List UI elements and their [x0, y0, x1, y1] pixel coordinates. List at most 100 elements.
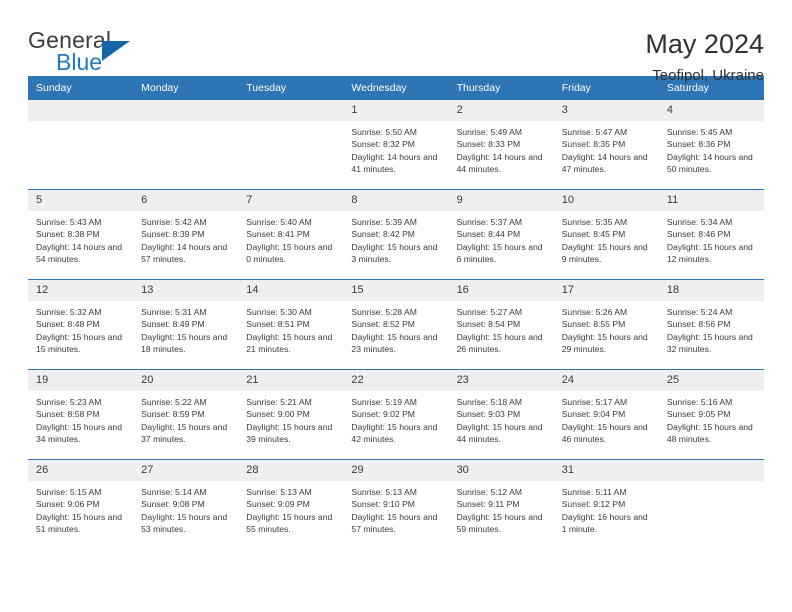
calendar-week-row: 5 Sunrise: 5:43 AM Sunset: 8:38 PM Daylight… [28, 189, 764, 280]
day-details: Sunrise: 5:14 AM Sunset: 9:08 PM Daylight:… [133, 481, 238, 549]
calendar-week-row: 1 Sunrise: 5:50 AM Sunset: 8:32 PM Daylight… [28, 100, 764, 190]
sunset-text: Sunset: 8:45 PM [561, 229, 626, 240]
day-number: 23 [448, 370, 554, 391]
calendar-day-cell[interactable]: 31 Sunrise: 5:11 AM Sunset: 9:12 PM Dayligh… [553, 459, 659, 549]
calendar-week-row: 19 Sunrise: 5:23 AM Sunset: 8:58 PM Dayligh… [28, 369, 764, 460]
sunset-text: Sunset: 9:05 PM [666, 409, 731, 420]
day-details: Sunrise: 5:17 AM Sunset: 9:04 PM Daylight:… [554, 391, 659, 459]
calendar-day-cell[interactable]: 27 Sunrise: 5:14 AM Sunset: 9:08 PM Dayligh… [133, 459, 239, 549]
daylight-text: Daylight: 15 hours and 29 minutes. [561, 331, 648, 355]
sunrise-text: Sunrise: 5:14 AM [141, 487, 207, 497]
day-number: 16 [448, 280, 554, 301]
calendar-day-cell[interactable]: 3 Sunrise: 5:47 AM Sunset: 8:35 PM Daylight… [553, 100, 659, 190]
daylight-text: Daylight: 15 hours and 42 minutes. [351, 421, 438, 445]
day-number [658, 460, 764, 481]
daylight-text: Daylight: 15 hours and 32 minutes. [666, 331, 753, 355]
sunrise-text: Sunrise: 5:13 AM [351, 487, 417, 497]
calendar-day-cell[interactable]: 10 Sunrise: 5:35 AM Sunset: 8:45 PM Dayligh… [553, 189, 659, 280]
sunrise-text: Sunrise: 5:42 AM [141, 217, 207, 227]
daylight-text: Daylight: 15 hours and 34 minutes. [36, 421, 122, 445]
day-number: 15 [343, 280, 449, 301]
calendar-day-cell[interactable]: 28 Sunrise: 5:13 AM Sunset: 9:09 PM Dayligh… [238, 459, 344, 549]
calendar-day-cell-empty [238, 100, 344, 190]
day-number: 14 [238, 280, 344, 301]
calendar-day-cell[interactable]: 19 Sunrise: 5:23 AM Sunset: 8:58 PM Dayligh… [28, 369, 134, 460]
day-number: 28 [238, 460, 344, 481]
daylight-text: Daylight: 16 hours and 1 minute. [561, 511, 648, 535]
calendar-day-cell[interactable]: 15 Sunrise: 5:28 AM Sunset: 8:52 PM Dayligh… [343, 279, 449, 370]
calendar-day-cell[interactable]: 25 Sunrise: 5:16 AM Sunset: 9:05 PM Dayligh… [658, 369, 764, 460]
sunrise-text: Sunrise: 5:47 AM [561, 127, 628, 137]
day-number: 31 [553, 460, 659, 481]
day-details: Sunrise: 5:39 AM Sunset: 8:42 PM Daylight:… [343, 211, 448, 279]
day-details: Sunrise: 5:21 AM Sunset: 9:00 PM Daylight:… [238, 391, 343, 459]
calendar-day-cell[interactable]: 30 Sunrise: 5:12 AM Sunset: 9:11 PM Dayligh… [448, 459, 554, 549]
calendar-day-cell[interactable]: 21 Sunrise: 5:21 AM Sunset: 9:00 PM Dayligh… [238, 369, 344, 460]
calendar-day-cell[interactable]: 4 Sunrise: 5:45 AM Sunset: 8:36 PM Daylight… [658, 100, 764, 190]
calendar-day-cell[interactable]: 20 Sunrise: 5:22 AM Sunset: 8:59 PM Dayligh… [133, 369, 239, 460]
day-number: 30 [448, 460, 554, 481]
sunset-text: Sunset: 8:51 PM [246, 319, 310, 330]
day-details: Sunrise: 5:27 AM Sunset: 8:54 PM Daylight:… [449, 301, 554, 369]
calendar-day-cell[interactable]: 29 Sunrise: 5:13 AM Sunset: 9:10 PM Dayligh… [343, 459, 449, 549]
calendar-week-row: 26 Sunrise: 5:15 AM Sunset: 9:06 PM Dayligh… [28, 459, 764, 549]
general-blue-logo[interactable]: General Blue [28, 28, 168, 78]
sunrise-text: Sunrise: 5:27 AM [456, 307, 523, 317]
weekday-header-tuesday: Tuesday [238, 76, 344, 100]
day-number: 9 [448, 190, 554, 211]
daylight-text: Daylight: 15 hours and 59 minutes. [456, 511, 543, 535]
calendar-day-cell[interactable]: 18 Sunrise: 5:24 AM Sunset: 8:56 PM Dayligh… [658, 279, 764, 370]
day-details: Sunrise: 5:50 AM Sunset: 8:32 PM Daylight:… [343, 121, 448, 189]
calendar-day-cell[interactable]: 7 Sunrise: 5:40 AM Sunset: 8:41 PM Daylight… [238, 189, 344, 280]
day-number: 20 [133, 370, 239, 391]
daylight-text: Daylight: 15 hours and 9 minutes. [561, 241, 648, 265]
day-number: 17 [553, 280, 659, 301]
calendar-day-cell[interactable]: 6 Sunrise: 5:42 AM Sunset: 8:39 PM Daylight… [133, 189, 239, 280]
calendar-day-cell[interactable]: 9 Sunrise: 5:37 AM Sunset: 8:44 PM Daylight… [448, 189, 554, 280]
sunrise-text: Sunrise: 5:45 AM [666, 127, 733, 137]
day-number: 5 [28, 190, 134, 211]
sunset-text: Sunset: 8:56 PM [666, 319, 731, 330]
calendar-day-cell[interactable]: 12 Sunrise: 5:32 AM Sunset: 8:48 PM Dayligh… [28, 279, 134, 370]
day-details: Sunrise: 5:22 AM Sunset: 8:59 PM Daylight:… [133, 391, 238, 459]
sunrise-text: Sunrise: 5:40 AM [246, 217, 312, 227]
sunrise-text: Sunrise: 5:24 AM [666, 307, 733, 317]
calendar-day-cell[interactable]: 26 Sunrise: 5:15 AM Sunset: 9:06 PM Dayligh… [28, 459, 134, 549]
day-details: Sunrise: 5:28 AM Sunset: 8:52 PM Daylight:… [343, 301, 448, 369]
day-number: 8 [343, 190, 449, 211]
sunset-text: Sunset: 8:52 PM [351, 319, 415, 330]
calendar-day-cell[interactable]: 23 Sunrise: 5:18 AM Sunset: 9:03 PM Dayligh… [448, 369, 554, 460]
sunset-text: Sunset: 9:11 PM [456, 499, 520, 510]
calendar-day-cell[interactable]: 2 Sunrise: 5:49 AM Sunset: 8:33 PM Daylight… [448, 100, 554, 190]
calendar-day-cell[interactable]: 14 Sunrise: 5:30 AM Sunset: 8:51 PM Dayligh… [238, 279, 344, 370]
sunset-text: Sunset: 8:54 PM [456, 319, 521, 330]
calendar-day-cell[interactable]: 17 Sunrise: 5:26 AM Sunset: 8:55 PM Dayligh… [553, 279, 659, 370]
page-title: May 2024 [645, 29, 764, 59]
sunrise-text: Sunrise: 5:31 AM [141, 307, 207, 317]
calendar-page: General Blue May 2024 Teofipol, Ukraine … [0, 0, 792, 612]
day-number: 27 [133, 460, 239, 481]
calendar-day-cell-empty [133, 100, 239, 190]
day-details: Sunrise: 5:43 AM Sunset: 8:38 PM Daylight:… [28, 211, 133, 279]
day-details [238, 121, 343, 189]
calendar-day-cell[interactable]: 11 Sunrise: 5:34 AM Sunset: 8:46 PM Dayligh… [658, 189, 764, 280]
daylight-text: Daylight: 15 hours and 6 minutes. [456, 241, 543, 265]
calendar-day-cell[interactable]: 24 Sunrise: 5:17 AM Sunset: 9:04 PM Dayligh… [553, 369, 659, 460]
day-number: 22 [343, 370, 449, 391]
calendar-grid: Sunday Monday Tuesday Wednesday Thursday… [28, 76, 764, 549]
day-details: Sunrise: 5:35 AM Sunset: 8:45 PM Daylight:… [554, 211, 659, 279]
day-number: 24 [553, 370, 659, 391]
calendar-day-cell[interactable]: 13 Sunrise: 5:31 AM Sunset: 8:49 PM Dayligh… [133, 279, 239, 370]
calendar-day-cell[interactable]: 5 Sunrise: 5:43 AM Sunset: 8:38 PM Daylight… [28, 189, 134, 280]
calendar-day-cell[interactable]: 1 Sunrise: 5:50 AM Sunset: 8:32 PM Daylight… [343, 100, 449, 190]
calendar-day-cell[interactable]: 16 Sunrise: 5:27 AM Sunset: 8:54 PM Dayligh… [448, 279, 554, 370]
sunrise-text: Sunrise: 5:34 AM [666, 217, 733, 227]
day-number [238, 100, 344, 121]
day-number: 26 [28, 460, 134, 481]
daylight-text: Daylight: 15 hours and 12 minutes. [666, 241, 753, 265]
calendar-day-cell[interactable]: 8 Sunrise: 5:39 AM Sunset: 8:42 PM Daylight… [343, 189, 449, 280]
weekday-header-thursday: Thursday [448, 76, 554, 100]
sunrise-text: Sunrise: 5:32 AM [36, 307, 102, 317]
calendar-day-cell[interactable]: 22 Sunrise: 5:19 AM Sunset: 9:02 PM Dayligh… [343, 369, 449, 460]
sunrise-text: Sunrise: 5:19 AM [351, 397, 417, 407]
